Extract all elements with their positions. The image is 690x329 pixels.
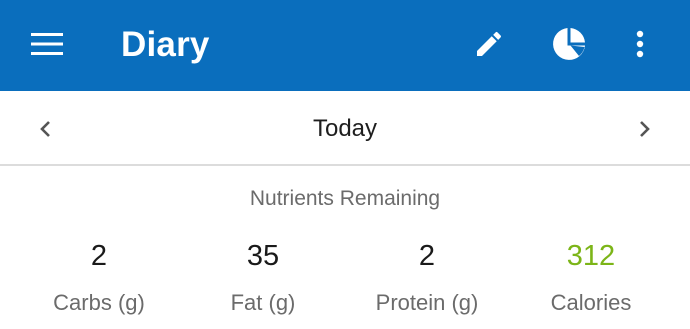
menu-icon (31, 33, 63, 55)
menu-button[interactable] (24, 20, 72, 68)
date-navigator: Today (0, 91, 690, 166)
nutrient-label: Fat (g) (230, 290, 296, 315)
edit-button[interactable] (465, 20, 513, 68)
page-title: Diary (121, 25, 210, 64)
more-vert-icon (636, 30, 644, 58)
date-label[interactable]: Today (0, 114, 690, 144)
nutrient-value: 35 (246, 240, 280, 272)
nutrient-value: 312 (566, 240, 616, 272)
chevron-right-icon (640, 121, 650, 137)
nutrient-label: Carbs (g) (53, 290, 145, 315)
nutrient-protein[interactable]: 2 Protein (g) (342, 236, 512, 317)
nutrient-label: Protein (g) (375, 290, 479, 315)
nutrient-label: Calories (550, 290, 632, 315)
nutrient-value: 2 (418, 240, 436, 272)
pencil-icon (477, 31, 502, 56)
nutrient-calories[interactable]: 312 Calories (506, 236, 676, 317)
app-bar: Diary (0, 0, 690, 91)
next-day-button[interactable] (622, 107, 666, 151)
nutrients-remaining-title: Nutrients Remaining (249, 187, 441, 210)
nutrient-value: 2 (90, 240, 108, 272)
nutrient-carbs[interactable]: 2 Carbs (g) (14, 236, 184, 317)
nutrition-button[interactable] (545, 20, 593, 68)
more-options-button[interactable] (616, 20, 664, 68)
nutrient-fat[interactable]: 35 Fat (g) (178, 236, 348, 317)
pie-chart-icon (553, 28, 585, 60)
